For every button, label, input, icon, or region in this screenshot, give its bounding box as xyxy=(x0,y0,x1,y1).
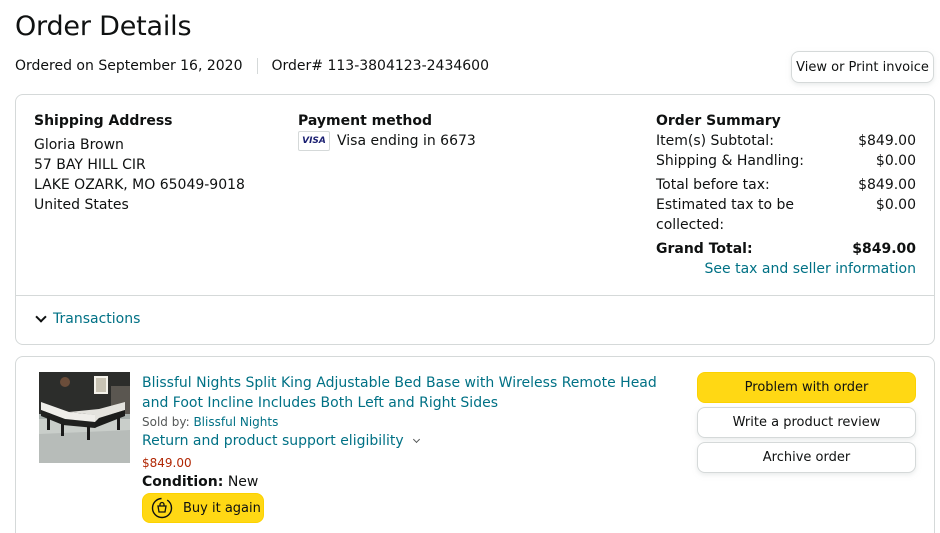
condition-label: Condition: xyxy=(142,474,224,490)
product-title-link[interactable]: Blissful Nights Split King Adjustable Be… xyxy=(142,373,682,413)
order-summary-box: Shipping Address Gloria Brown 57 BAY HIL… xyxy=(15,94,935,345)
problem-with-order-button[interactable]: Problem with order xyxy=(697,372,916,403)
archive-order-button[interactable]: Archive order xyxy=(697,442,916,473)
sold-by-label: Sold by: xyxy=(142,415,190,429)
bed-base-image xyxy=(39,372,130,463)
chevron-down-icon xyxy=(412,435,420,444)
page-title: Order Details xyxy=(15,11,192,42)
summary-row-tax: Estimated tax to be collected: $0.00 xyxy=(656,195,916,235)
condition-value: New xyxy=(227,474,259,490)
summary-row-grand-total: Grand Total: $849.00 xyxy=(656,239,916,259)
view-print-invoice-button[interactable]: View or Print invoice xyxy=(791,51,934,83)
transactions-label: Transactions xyxy=(53,311,141,327)
write-review-button[interactable]: Write a product review xyxy=(697,407,916,438)
transactions-toggle[interactable]: Transactions xyxy=(34,311,140,327)
shipping-name: Gloria Brown xyxy=(34,137,124,153)
divider xyxy=(16,295,934,296)
grand-total-value: $849.00 xyxy=(852,241,916,257)
tax-seller-info-link[interactable]: See tax and seller information xyxy=(656,259,916,279)
payment-card: VISA Visa ending in 6673 xyxy=(298,131,476,151)
buy-it-again-label: Buy it again xyxy=(183,500,261,516)
summary-value: $0.00 xyxy=(875,153,916,169)
payment-method: Payment method VISA Visa ending in 6673 xyxy=(298,111,476,151)
order-item-box: Blissful Nights Split King Adjustable Be… xyxy=(15,356,935,533)
grand-total-label: Grand Total: xyxy=(656,241,753,257)
order-date: Ordered on September 16, 2020 xyxy=(15,58,243,74)
visa-card-icon: VISA xyxy=(298,131,330,151)
item-condition: Condition: New xyxy=(142,474,258,490)
summary-value: $0.00 xyxy=(875,197,916,213)
product-image[interactable] xyxy=(39,372,130,463)
summary-label: Total before tax: xyxy=(656,177,770,193)
item-price: $849.00 xyxy=(142,456,192,470)
buy-it-again-button[interactable]: Buy it again xyxy=(142,493,264,523)
buy-again-icon xyxy=(151,497,173,519)
summary-label: Estimated tax to be collected: xyxy=(656,197,794,233)
shipping-street: 57 BAY HILL CIR xyxy=(34,157,146,173)
summary-row-subtotal: Item(s) Subtotal: $849.00 xyxy=(656,131,916,151)
order-meta: Ordered on September 16, 2020 Order# 113… xyxy=(15,58,489,74)
order-summary: Order Summary Item(s) Subtotal: $849.00 … xyxy=(656,111,916,279)
order-summary-title: Order Summary xyxy=(656,113,781,129)
order-number: Order# 113-3804123-2434600 xyxy=(271,58,490,74)
return-eligibility-label: Return and product support eligibility xyxy=(142,433,404,449)
shipping-address: Shipping Address Gloria Brown 57 BAY HIL… xyxy=(34,111,245,215)
shipping-country: United States xyxy=(34,197,129,213)
summary-row-shipping: Shipping & Handling: $0.00 xyxy=(656,151,916,171)
sold-by: Sold by: Blissful Nights xyxy=(142,415,278,429)
summary-label: Shipping & Handling: xyxy=(656,153,805,169)
chevron-down-icon xyxy=(35,311,47,323)
return-eligibility-link[interactable]: Return and product support eligibility xyxy=(142,433,420,449)
summary-value: $849.00 xyxy=(858,177,916,193)
shipping-address-title: Shipping Address xyxy=(34,113,173,129)
summary-row-before-tax: Total before tax: $849.00 xyxy=(656,175,916,195)
shipping-city: LAKE OZARK, MO 65049-9018 xyxy=(34,177,245,193)
seller-link[interactable]: Blissful Nights xyxy=(193,415,278,429)
payment-card-text: Visa ending in 6673 xyxy=(337,133,476,149)
payment-method-title: Payment method xyxy=(298,113,433,129)
summary-value: $849.00 xyxy=(858,133,916,149)
meta-divider xyxy=(256,58,258,74)
summary-label: Item(s) Subtotal: xyxy=(656,133,774,149)
